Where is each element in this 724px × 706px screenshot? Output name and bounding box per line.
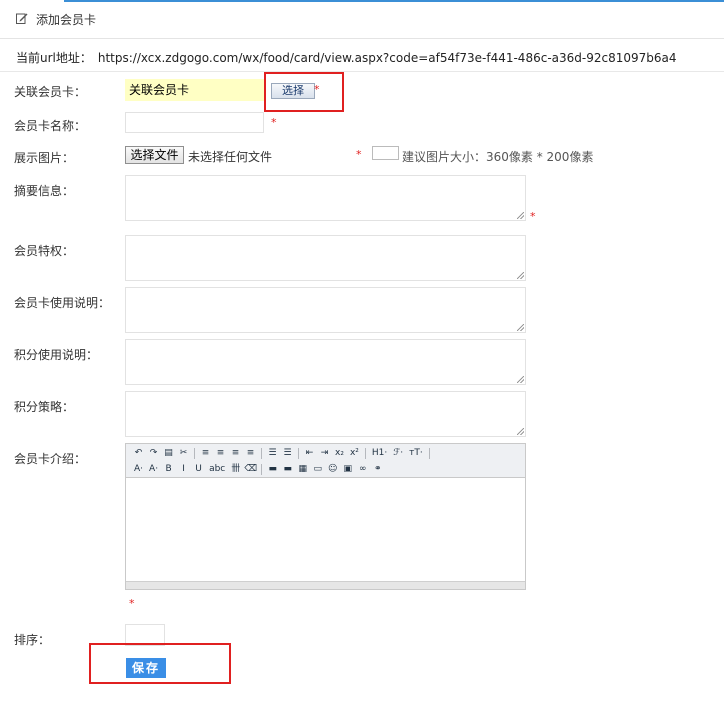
points-policy-label: 积分策略： (14, 400, 75, 414)
card-usage-label: 会员卡使用说明： (14, 296, 111, 310)
editor-tool-icon[interactable]: ℱ· (391, 447, 405, 459)
card-name-input[interactable] (125, 112, 264, 133)
choose-file-button[interactable]: 选择文件 (125, 146, 184, 164)
toolbar-separator (261, 447, 262, 459)
resize-handle-icon[interactable] (517, 324, 524, 331)
points-usage-label: 积分使用说明： (14, 348, 99, 362)
rich-text-editor[interactable]: ↶ ↷ ▤ ✂ ≡ ≡ ≡ ≡ ☰ ☰ ⇤ ⇥ x₂ x² H1· ℱ· тT· A· A· B I Uabc 卌 ⌫ ▬ ▬ ▦… (125, 443, 526, 590)
editor-tool-icon[interactable]: ↶ (132, 447, 145, 459)
editor-tool-icon[interactable]: H1· (370, 447, 389, 459)
toolbar-separator (194, 447, 195, 459)
annotation-highlight-save (89, 643, 231, 684)
intro-label: 会员卡介绍： (14, 452, 87, 466)
resize-handle-icon[interactable] (517, 272, 524, 279)
editor-tool-icon[interactable]: ⌫ (244, 463, 257, 475)
annotation-highlight-select (264, 72, 344, 112)
editor-tool-icon[interactable]: ☰ (281, 447, 294, 459)
editor-tool-icon[interactable]: ▭ (311, 463, 324, 475)
toolbar-separator (298, 447, 299, 459)
editor-tool-icon[interactable]: 卌 (229, 463, 242, 475)
editor-tool-icon[interactable]: ≡ (244, 447, 257, 459)
editor-tool-icon[interactable]: A· (132, 463, 145, 475)
editor-toolbar-row-1: ↶ ↷ ▤ ✂ ≡ ≡ ≡ ≡ ☰ ☰ ⇤ ⇥ x₂ x² H1· ℱ· тT· (132, 446, 432, 460)
editor-tool-icon[interactable]: ▦ (296, 463, 309, 475)
editor-tool-icon[interactable]: ✂ (177, 447, 190, 459)
editor-status-bar (126, 581, 525, 589)
file-status: 未选择任何文件 (188, 150, 273, 164)
image-label: 展示图片： (14, 151, 75, 165)
page-title: 添加会员卡 (36, 13, 97, 27)
editor-tool-icon[interactable]: ⚭ (371, 463, 384, 475)
points-usage-textarea[interactable] (125, 339, 526, 385)
header-divider (0, 38, 724, 39)
editor-tool-icon[interactable]: ≡ (199, 447, 212, 459)
summary-textarea[interactable] (125, 175, 526, 221)
points-policy-textarea[interactable] (125, 391, 526, 437)
summary-label: 摘要信息： (14, 184, 75, 198)
editor-tool-icon[interactable]: x₂ (333, 447, 346, 459)
editor-tool-icon[interactable]: тT· (407, 447, 425, 459)
editor-tool-icon[interactable]: ▬ (281, 463, 294, 475)
editor-tool-icon[interactable]: x² (348, 447, 361, 459)
url-label: 当前url地址： (16, 51, 92, 65)
editor-tool-icon[interactable]: A· (147, 463, 160, 475)
page-header: 添加会员卡 (0, 0, 724, 38)
url-divider (0, 71, 724, 72)
card-usage-textarea[interactable] (125, 287, 526, 333)
editor-toolbar-row-2: A· A· B I Uabc 卌 ⌫ ▬ ▬ ▦ ▭ ☺ ▣ ∞ ⚭ (132, 462, 384, 476)
image-size-hint: 建议图片大小：360像素 * 200像素 (402, 150, 594, 164)
editor-tool-icon[interactable]: ☺ (326, 463, 339, 475)
linked-card-label: 关联会员卡： (14, 85, 87, 99)
edit-icon (16, 13, 28, 24)
editor-tool-icon[interactable]: ∞ (356, 463, 369, 475)
required-mark: * (530, 210, 536, 223)
editor-tool-icon[interactable]: ▣ (341, 463, 354, 475)
sort-label: 排序： (14, 633, 51, 647)
editor-tool-icon[interactable]: ⇤ (303, 447, 316, 459)
editor-tool-icon[interactable]: ▬ (266, 463, 279, 475)
editor-content-area[interactable] (126, 478, 525, 582)
editor-tool-icon[interactable]: ▤ (162, 447, 175, 459)
editor-tool-icon[interactable]: B (162, 463, 175, 475)
required-mark: * (129, 597, 135, 610)
privilege-label: 会员特权： (14, 244, 75, 258)
editor-tool-icon[interactable]: ↷ (147, 447, 160, 459)
resize-handle-icon[interactable] (517, 428, 524, 435)
linked-card-input[interactable]: 关联会员卡 (125, 79, 265, 101)
current-url: 当前url地址： https://xcx.zdgogo.com/wx/food/c… (16, 49, 677, 66)
editor-tool-icon[interactable]: ≡ (229, 447, 242, 459)
editor-tool-icon[interactable]: ⇥ (318, 447, 331, 459)
editor-toolbar: ↶ ↷ ▤ ✂ ≡ ≡ ≡ ≡ ☰ ☰ ⇤ ⇥ x₂ x² H1· ℱ· тT· A· A· B I Uabc 卌 ⌫ ▬ ▬ ▦… (126, 444, 525, 478)
resize-handle-icon[interactable] (517, 212, 524, 219)
card-name-label: 会员卡名称： (14, 119, 87, 133)
toolbar-separator (261, 463, 263, 475)
resize-handle-icon[interactable] (517, 376, 524, 383)
editor-tool-icon[interactable]: ≡ (214, 447, 227, 459)
toolbar-separator (428, 447, 430, 459)
required-mark: * (356, 148, 362, 161)
editor-tool-icon[interactable]: U (192, 463, 205, 475)
required-mark: * (271, 116, 277, 129)
toolbar-separator (364, 447, 366, 459)
editor-tool-icon[interactable]: I (177, 463, 190, 475)
editor-tool-icon[interactable]: ☰ (266, 447, 279, 459)
editor-tool-icon[interactable]: abc (207, 463, 227, 475)
privilege-textarea[interactable] (125, 235, 526, 281)
url-value: https://xcx.zdgogo.com/wx/food/card/view… (97, 51, 677, 65)
image-preview-box (372, 146, 399, 160)
